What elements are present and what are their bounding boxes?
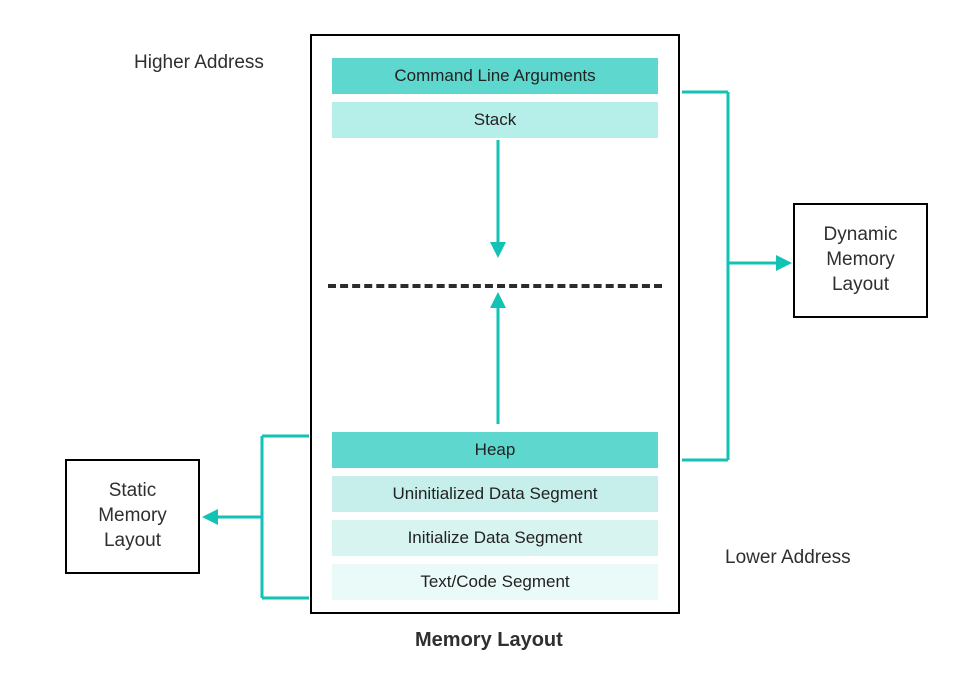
segment-uninitialized-data: Uninitialized Data Segment [332,476,658,512]
dynamic-memory-layout-box: Dynamic Memory Layout [793,203,928,318]
segment-stack: Stack [332,102,658,138]
memory-divider [328,284,662,288]
segment-cli: Command Line Arguments [332,58,658,94]
higher-address-label: Higher Address [134,52,264,74]
static-layout-arrow [202,434,309,600]
static-memory-layout-box: Static Memory Layout [65,459,200,574]
heap-grows-up-arrow [488,292,508,424]
segment-initialized-data: Initialize Data Segment [332,520,658,556]
segment-text-code: Text/Code Segment [332,564,658,600]
dynamic-layout-arrow [682,90,792,462]
stack-grows-down-arrow [488,140,508,260]
diagram-caption: Memory Layout [415,629,563,652]
lower-address-label: Lower Address [725,547,851,569]
segment-heap: Heap [332,432,658,468]
